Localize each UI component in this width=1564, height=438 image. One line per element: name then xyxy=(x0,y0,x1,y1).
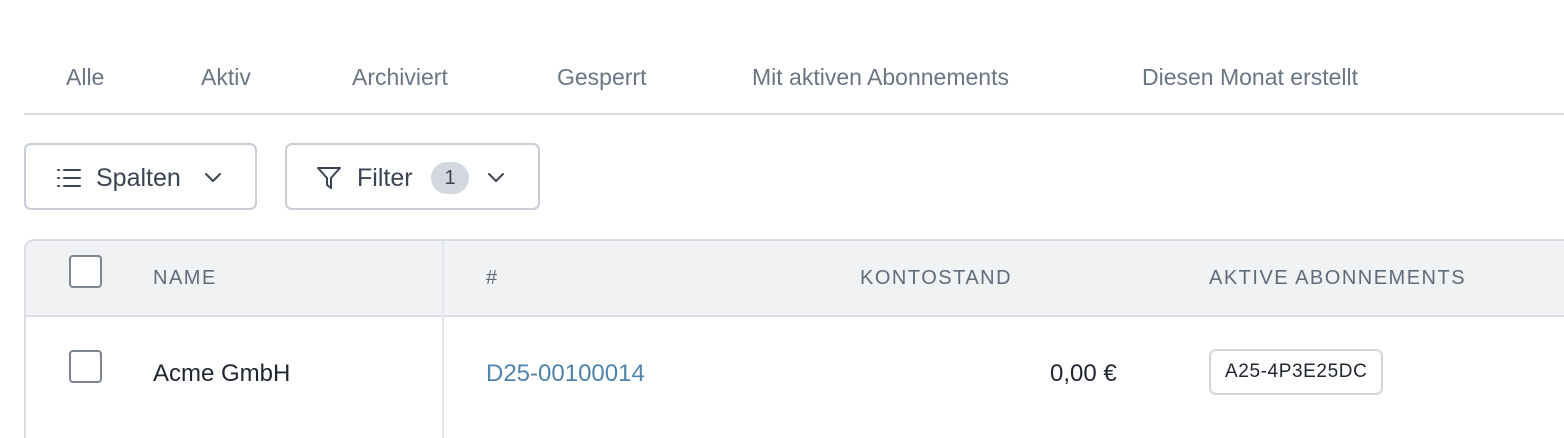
filter-button-label: Filter xyxy=(357,164,413,192)
columns-button-label: Spalten xyxy=(96,164,181,192)
tab-gesperrt[interactable]: Gesperrt xyxy=(557,64,646,91)
filter-button[interactable]: Filter 1 xyxy=(285,143,540,210)
column-header-active-subscriptions[interactable]: AKTIVE ABONNEMENTS xyxy=(1209,267,1466,290)
table-header: NAME # KONTOSTAND AKTIVE ABONNEMENTS xyxy=(26,241,1564,317)
column-header-name[interactable]: NAME xyxy=(153,267,217,290)
column-header-balance[interactable]: KONTOSTAND xyxy=(860,267,1012,290)
tab-aktiv[interactable]: Aktiv xyxy=(201,64,251,91)
tab-diesen-monat-erstellt[interactable]: Diesen Monat erstellt xyxy=(1142,64,1358,91)
customers-table: NAME # KONTOSTAND AKTIVE ABONNEMENTS Acm… xyxy=(24,239,1564,438)
row-checkbox[interactable] xyxy=(69,350,102,383)
filter-tabs: Alle Aktiv Archiviert Gesperrt Mit aktiv… xyxy=(24,40,1564,115)
select-all-checkbox[interactable] xyxy=(69,255,102,288)
customer-balance: 0,00 € xyxy=(1050,360,1117,387)
columns-button[interactable]: Spalten xyxy=(24,143,257,210)
tab-mit-aktiven-abonnements[interactable]: Mit aktiven Abonnements xyxy=(752,64,1009,91)
column-divider xyxy=(442,241,444,438)
tab-archiviert[interactable]: Archiviert xyxy=(352,64,448,91)
funnel-icon xyxy=(317,167,341,189)
tab-alle[interactable]: Alle xyxy=(66,64,104,91)
subscription-chip[interactable]: A25-4P3E25DC xyxy=(1209,349,1384,395)
chevron-down-icon xyxy=(488,173,504,182)
customer-number-link[interactable]: D25-00100014 xyxy=(486,360,645,388)
customer-list-page: Alle Aktiv Archiviert Gesperrt Mit aktiv… xyxy=(0,0,1564,438)
customer-name: Acme GmbH xyxy=(153,360,291,387)
filter-count-badge: 1 xyxy=(431,162,469,194)
chevron-down-icon xyxy=(205,173,221,182)
column-header-number[interactable]: # xyxy=(486,267,499,290)
list-icon xyxy=(57,169,81,187)
